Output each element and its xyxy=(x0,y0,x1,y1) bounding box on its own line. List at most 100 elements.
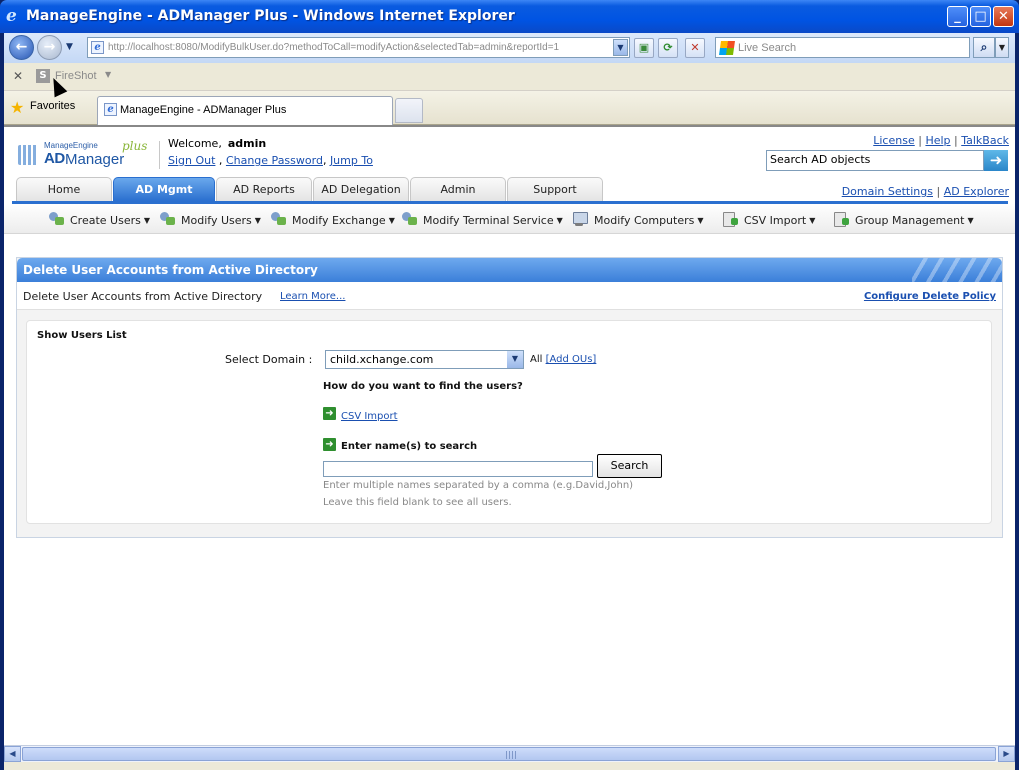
scroll-left-icon[interactable]: ◀ xyxy=(4,746,21,762)
computer-icon xyxy=(572,212,590,226)
new-tab-button[interactable] xyxy=(395,98,423,123)
jump-to-link[interactable]: Jump To xyxy=(330,154,373,167)
welcome-label: Welcome, xyxy=(168,137,222,150)
horizontal-scrollbar[interactable]: ◀ ▶ xyxy=(4,745,1015,762)
username: admin xyxy=(227,137,267,150)
fireshot-dropdown-icon[interactable]: ▼ xyxy=(105,70,111,79)
window-title-bar: e ManageEngine - ADManager Plus - Window… xyxy=(0,0,1019,33)
chevron-down-icon: ▼ xyxy=(697,216,704,225)
ad-search-input[interactable]: Search AD objects xyxy=(766,150,984,171)
address-dropdown-icon[interactable]: ▼ xyxy=(613,39,628,56)
history-dropdown-icon[interactable]: ▼ xyxy=(66,42,73,52)
fireshot-toolbar: ✕ S FireShot ▼ xyxy=(4,63,1015,91)
address-toolbar: ← → ▼ e http://localhost:8080/ModifyBulk… xyxy=(4,33,1015,63)
forward-button[interactable]: → xyxy=(37,35,62,60)
header-divider xyxy=(159,141,160,169)
menu-csv-import[interactable]: CSV Import ▼ xyxy=(722,212,815,227)
tab-ad-reports[interactable]: AD Reports xyxy=(216,177,312,201)
menu-label: Modify Terminal Service xyxy=(423,214,554,227)
menu-modify-computers[interactable]: Modify Computers ▼ xyxy=(572,212,704,227)
stop-icon[interactable]: ✕ xyxy=(685,38,705,58)
menu-label: Modify Exchange xyxy=(292,214,386,227)
panel-description: Delete User Accounts from Active Directo… xyxy=(23,290,263,303)
search-icon[interactable]: ⌕ xyxy=(973,37,995,58)
talkback-link[interactable]: TalkBack xyxy=(961,134,1009,147)
menu-label: Group Management xyxy=(855,214,965,227)
favorites-star-icon[interactable]: ★ xyxy=(10,98,24,117)
page-icon: e xyxy=(91,41,104,54)
help-link[interactable]: Help xyxy=(925,134,950,147)
search-options-dropdown-icon[interactable]: ▼ xyxy=(995,37,1009,58)
welcome-text: Welcome, admin xyxy=(168,137,266,150)
ad-explorer-link[interactable]: AD Explorer xyxy=(944,185,1009,198)
change-password-link[interactable]: Change Password xyxy=(226,154,323,167)
menu-label: Modify Computers xyxy=(594,214,695,227)
add-ous-link[interactable]: [Add OUs] xyxy=(546,354,597,365)
close-toolbar-icon[interactable]: ✕ xyxy=(13,69,23,83)
live-search-placeholder[interactable]: Live Search xyxy=(738,42,796,54)
exchange-icon xyxy=(270,212,288,226)
configure-delete-policy-link[interactable]: Configure Delete Policy xyxy=(864,291,996,302)
license-link[interactable]: License xyxy=(873,134,914,147)
group-icon xyxy=(833,212,851,227)
enter-names-label: Enter name(s) to search xyxy=(341,441,478,452)
address-url[interactable]: http://localhost:8080/ModifyBulkUser.do?… xyxy=(108,41,606,55)
chevron-down-icon[interactable]: ▼ xyxy=(507,351,523,368)
tab-page-icon: e xyxy=(104,103,117,116)
panel-description-row: Delete User Accounts from Active Directo… xyxy=(17,282,1002,310)
arrow-right-icon: ➜ xyxy=(323,407,336,420)
panel-title: Delete User Accounts from Active Directo… xyxy=(23,263,318,277)
browser-tab-title: ManageEngine - ADManager Plus xyxy=(120,104,287,116)
all-label: All xyxy=(530,354,543,365)
logo-manager: Manager xyxy=(65,151,125,168)
learn-more-link[interactable]: Learn More... xyxy=(280,291,345,302)
address-bar[interactable]: e http://localhost:8080/ModifyBulkUser.d… xyxy=(87,37,630,58)
favorites-button[interactable]: Favorites xyxy=(30,100,75,112)
grip-icon xyxy=(506,751,516,759)
domain-settings-link[interactable]: Domain Settings xyxy=(842,185,933,198)
tab-admin[interactable]: Admin xyxy=(410,177,506,201)
compatibility-icon[interactable]: ▣ xyxy=(634,38,654,58)
live-search-box[interactable]: Live Search xyxy=(715,37,970,58)
sign-out-link[interactable]: Sign Out xyxy=(168,154,215,167)
menu-create-users[interactable]: Create Users ▼ xyxy=(48,212,150,227)
names-search-input[interactable] xyxy=(323,461,593,477)
favorites-bar: ★ Favorites e ManageEngine - ADManager P… xyxy=(4,91,1015,125)
scroll-thumb[interactable] xyxy=(22,747,996,761)
tab-support[interactable]: Support xyxy=(507,177,603,201)
search-button[interactable]: Search xyxy=(597,454,662,478)
domain-select[interactable]: child.xchange.com ▼ xyxy=(325,350,524,369)
menu-modify-terminal-service[interactable]: Modify Terminal Service ▼ xyxy=(401,212,563,227)
domain-value: child.xchange.com xyxy=(330,353,434,366)
refresh-icon[interactable]: ⟳ xyxy=(658,38,678,58)
terminal-icon xyxy=(401,212,419,226)
delete-users-panel: Delete User Accounts from Active Directo… xyxy=(16,257,1003,538)
browser-tab-active[interactable]: e ManageEngine - ADManager Plus xyxy=(97,96,393,125)
menu-group-management[interactable]: Group Management ▼ xyxy=(833,212,974,227)
close-button[interactable]: ✕ xyxy=(993,6,1014,27)
panel-header: Delete User Accounts from Active Directo… xyxy=(17,258,1002,282)
logo-brand: ManageEngine xyxy=(44,141,98,150)
logo-cube-icon xyxy=(18,145,38,165)
maximize-button[interactable]: □ xyxy=(970,6,991,27)
hint-blank-field: Leave this field blank to see all users. xyxy=(323,497,512,508)
scroll-right-icon[interactable]: ▶ xyxy=(998,746,1015,762)
csv-import-link[interactable]: CSV Import xyxy=(341,411,398,422)
show-users-form: Show Users List Select Domain : child.xc… xyxy=(26,320,992,524)
tab-ad-delegation[interactable]: AD Delegation xyxy=(313,177,409,201)
windows-logo-icon xyxy=(719,41,735,55)
browser-chrome: ← → ▼ e http://localhost:8080/ModifyBulk… xyxy=(4,33,1015,125)
tab-home[interactable]: Home xyxy=(16,177,112,201)
header-decoration xyxy=(912,258,1002,282)
menu-modify-exchange[interactable]: Modify Exchange ▼ xyxy=(270,212,395,227)
users-icon xyxy=(48,212,66,226)
tab-ad-mgmt[interactable]: AD Mgmt xyxy=(113,177,215,201)
menu-modify-users[interactable]: Modify Users ▼ xyxy=(159,212,261,227)
search-go-icon[interactable]: ➜ xyxy=(984,150,1008,171)
minimize-button[interactable]: _ xyxy=(947,6,968,27)
chevron-down-icon: ▼ xyxy=(967,216,974,225)
menu-label: Create Users xyxy=(70,214,141,227)
back-button[interactable]: ← xyxy=(9,35,34,60)
csv-icon xyxy=(722,212,740,227)
arrow-right-icon: ➜ xyxy=(323,438,336,451)
